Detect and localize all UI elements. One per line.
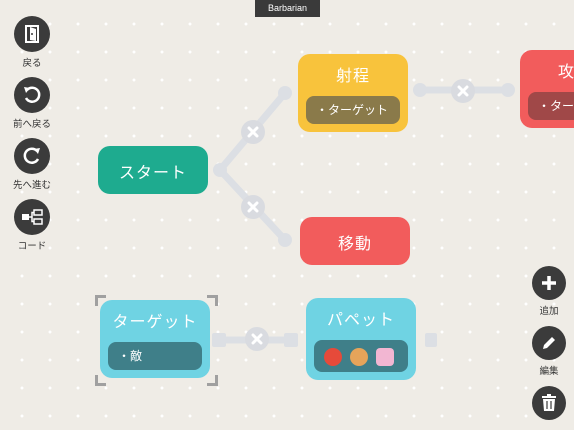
selection-corner-tr <box>207 295 218 306</box>
redo-label: 先へ進む <box>12 180 51 191</box>
remove-connection-button[interactable] <box>245 327 269 351</box>
edit-label: 編集 <box>539 366 559 377</box>
connection-wires <box>212 83 515 347</box>
puppet-node-title: パペット <box>326 310 395 329</box>
range-node[interactable]: 射程 ・ターゲット <box>298 54 408 132</box>
selection-corner-br <box>207 375 218 386</box>
redo-tool[interactable]: 先へ進む <box>2 138 62 191</box>
range-node-title: 射程 <box>335 66 370 85</box>
move-node-title: 移動 <box>337 234 372 253</box>
red-bird-icon <box>324 347 342 366</box>
attack-node-param[interactable]: ・ターゲ <box>528 92 574 120</box>
start-node[interactable]: スタート <box>98 146 208 194</box>
exit-door-icon <box>14 16 50 52</box>
start-node-title: スタート <box>118 163 187 182</box>
pink-robot-icon <box>375 347 394 366</box>
selection-corner-bl <box>95 375 106 386</box>
undo-label: 前へ戻る <box>12 119 51 130</box>
move-node[interactable]: 移動 <box>300 217 410 265</box>
pencil-icon <box>532 326 566 360</box>
undo-tool[interactable]: 前へ戻る <box>2 77 62 130</box>
delete-tool[interactable] <box>527 386 571 420</box>
attack-node[interactable]: 攻 ・ターゲ <box>520 50 574 128</box>
close-icon <box>457 82 469 101</box>
remove-connection-button[interactable] <box>241 195 265 219</box>
add-tool[interactable]: 追加 <box>527 266 571 317</box>
redo-icon <box>14 138 50 174</box>
plus-icon <box>532 266 566 300</box>
target-node-title: ターゲット <box>112 312 198 331</box>
code-label: コード <box>17 241 47 252</box>
remove-connection-button[interactable] <box>241 120 265 144</box>
attack-node-title: 攻 <box>558 62 574 81</box>
remove-connection-button[interactable] <box>451 79 475 103</box>
target-node[interactable]: ターゲット ・敵 <box>100 300 210 378</box>
back-label: 戻る <box>22 58 42 69</box>
orange-creature-icon <box>349 347 368 366</box>
close-icon <box>247 123 259 142</box>
trash-icon <box>532 386 566 420</box>
close-icon <box>251 330 263 349</box>
puppet-node[interactable]: パペット <box>306 298 416 380</box>
back-tool[interactable]: 戻る <box>2 16 62 69</box>
add-label: 追加 <box>539 306 559 317</box>
puppet-icons-tray[interactable] <box>314 340 408 372</box>
edit-tool[interactable]: 編集 <box>527 326 571 377</box>
target-node-param[interactable]: ・敵 <box>108 342 202 370</box>
range-node-param[interactable]: ・ターゲット <box>306 96 400 124</box>
code-tool[interactable]: コード <box>2 199 62 252</box>
close-icon <box>247 198 259 217</box>
undo-icon <box>14 77 50 113</box>
code-tree-icon <box>14 199 50 235</box>
